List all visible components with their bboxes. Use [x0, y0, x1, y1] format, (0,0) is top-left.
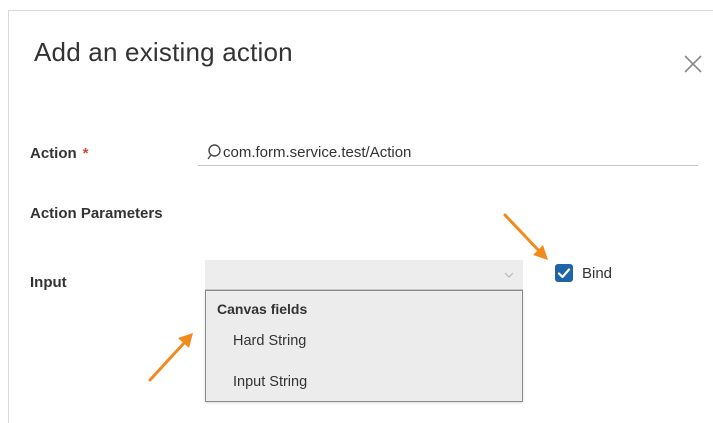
dropdown-group-header: Canvas fields	[217, 301, 308, 317]
dialog-title: Add an existing action	[34, 37, 293, 67]
annotation-arrow-canvas-fields	[148, 333, 193, 382]
close-icon[interactable]	[682, 53, 704, 75]
input-dropdown-menu: Canvas fields Hard String Input String	[205, 290, 523, 402]
action-value: com.form.service.test/Action	[223, 144, 412, 161]
chevron-down-icon	[504, 272, 514, 278]
dropdown-option-input-string[interactable]: Input String	[206, 365, 522, 399]
action-label: Action *	[30, 145, 89, 162]
action-label-text: Action	[30, 145, 77, 162]
bind-label: Bind	[582, 265, 613, 282]
action-search-field[interactable]: com.form.service.test/Action	[198, 138, 698, 166]
annotation-arrow-bind	[503, 213, 548, 260]
input-label: Input	[30, 274, 67, 291]
required-marker: *	[82, 145, 89, 162]
dropdown-option-hard-string[interactable]: Hard String	[206, 324, 522, 358]
input-select[interactable]	[205, 260, 523, 290]
action-parameters-heading: Action Parameters	[30, 205, 163, 222]
